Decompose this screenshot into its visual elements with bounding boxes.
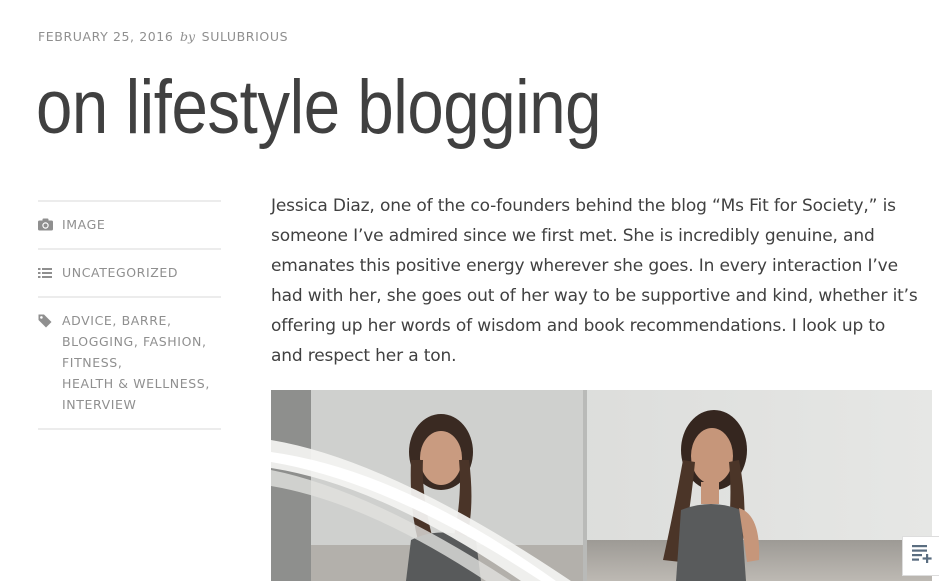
- featured-photo: [271, 390, 932, 581]
- post-tags: ADVICE, BARRE, BLOGGING, FASHION, FITNES…: [38, 296, 221, 430]
- follow-button[interactable]: [902, 536, 939, 576]
- tag-link[interactable]: INTERVIEW: [62, 397, 136, 412]
- post-format-link[interactable]: IMAGE: [62, 214, 105, 235]
- tag-link[interactable]: HEALTH & WELLNESS,: [62, 376, 210, 391]
- post-meta: FEBRUARY 25, 2016 by SULUBRIOUS: [38, 29, 288, 44]
- post-category: UNCATEGORIZED: [38, 248, 221, 296]
- post-author[interactable]: SULUBRIOUS: [202, 29, 288, 44]
- byline-word: by: [180, 29, 196, 44]
- list-icon: [38, 264, 62, 281]
- follow-reader-icon: [911, 544, 933, 569]
- tag-link[interactable]: FASHION,: [143, 334, 207, 349]
- post-date[interactable]: FEBRUARY 25, 2016: [38, 29, 173, 44]
- tag-link[interactable]: BLOGGING,: [62, 334, 138, 349]
- category-link[interactable]: UNCATEGORIZED: [62, 262, 178, 283]
- post-taxonomy-sidebar: IMAGE UNCATEGORIZED ADVICE, BARRE, BLOGG…: [38, 200, 221, 430]
- tag-link[interactable]: BARRE,: [122, 313, 172, 328]
- tag-link[interactable]: ADVICE,: [62, 313, 117, 328]
- camera-icon: [38, 216, 62, 233]
- tag-list: ADVICE, BARRE, BLOGGING, FASHION, FITNES…: [62, 310, 221, 415]
- tag-link[interactable]: FITNESS,: [62, 355, 122, 370]
- post-title: on lifestyle blogging: [36, 65, 602, 150]
- tag-icon: [38, 312, 62, 329]
- article-paragraph: Jessica Diaz, one of the co-founders beh…: [271, 196, 918, 366]
- post-format: IMAGE: [38, 200, 221, 248]
